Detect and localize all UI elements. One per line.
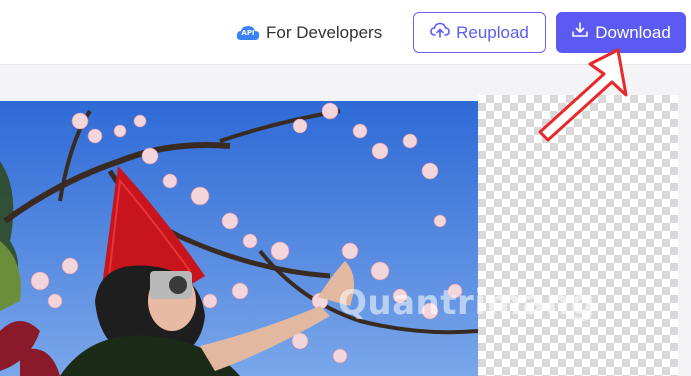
api-badge-icon: API bbox=[236, 24, 260, 42]
photo-illustration bbox=[0, 101, 478, 376]
for-developers-label: For Developers bbox=[266, 23, 383, 42]
watermark-text: Quantrimang bbox=[338, 283, 596, 323]
reupload-button[interactable]: Reupload bbox=[413, 12, 546, 53]
annotation-arrow bbox=[538, 48, 628, 142]
reupload-label: Reupload bbox=[456, 22, 529, 42]
for-developers-link[interactable]: API For Developers bbox=[236, 20, 382, 46]
api-badge-text: API bbox=[241, 29, 255, 37]
cloud-upload-icon bbox=[430, 21, 450, 44]
edited-photo bbox=[0, 101, 478, 376]
